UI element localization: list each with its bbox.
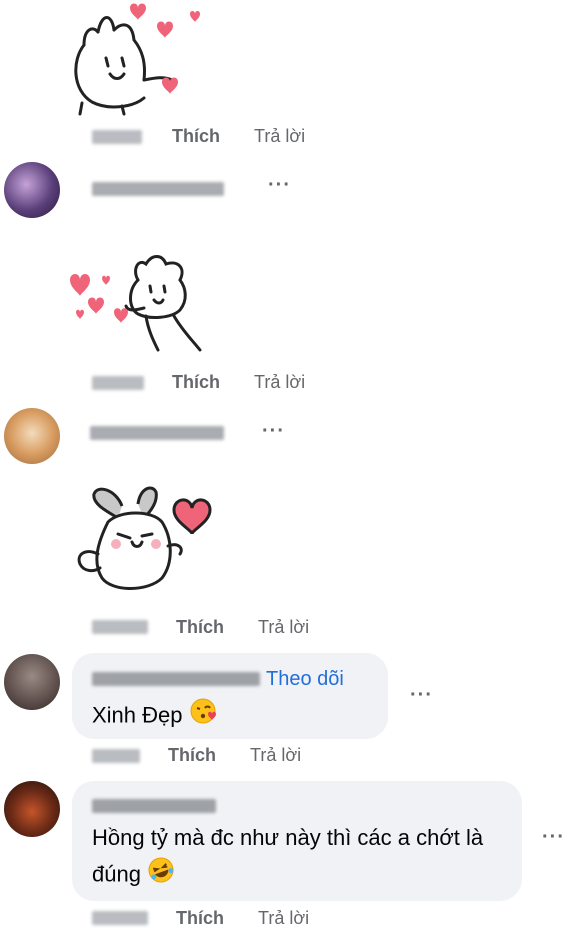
blow-kiss-emoji-icon xyxy=(189,697,217,736)
avatar[interactable] xyxy=(4,408,60,464)
more-options-icon[interactable]: ··· xyxy=(262,420,285,443)
author-name-blurred[interactable] xyxy=(90,426,224,440)
timestamp-blurred xyxy=(92,749,140,763)
laughing-emoji-icon xyxy=(147,856,175,895)
more-options-icon[interactable]: ··· xyxy=(410,684,433,707)
author-name-blurred[interactable] xyxy=(92,672,260,686)
reply-button[interactable]: Trả lời xyxy=(258,908,309,929)
more-options-icon[interactable]: ··· xyxy=(268,174,291,197)
timestamp-blurred xyxy=(92,911,148,925)
reply-button[interactable]: Trả lời xyxy=(254,126,305,147)
comment-text: Xinh Đẹp xyxy=(92,697,217,736)
like-button[interactable]: Thích xyxy=(168,745,216,766)
reply-button[interactable]: Trả lời xyxy=(254,372,305,393)
like-button[interactable]: Thích xyxy=(172,372,220,393)
like-button[interactable]: Thích xyxy=(172,126,220,147)
avatar[interactable] xyxy=(4,781,60,837)
author-name-blurred[interactable] xyxy=(92,799,216,813)
like-button[interactable]: Thích xyxy=(176,908,224,929)
sticker-bunny-dance-icon xyxy=(70,255,202,352)
more-options-icon[interactable]: ··· xyxy=(542,826,565,849)
sticker-bunny-heart-icon xyxy=(77,486,212,590)
timestamp-blurred xyxy=(92,620,148,634)
reply-button[interactable]: Trả lời xyxy=(250,745,301,766)
avatar[interactable] xyxy=(4,654,60,710)
author-name-blurred[interactable] xyxy=(92,182,224,196)
timestamp-blurred xyxy=(92,376,144,390)
follow-link[interactable]: Theo dõi xyxy=(266,668,344,691)
like-button[interactable]: Thích xyxy=(176,617,224,638)
timestamp-blurred xyxy=(92,130,142,144)
comment-text: Hồng tỷ mà đc như này thì các a chớt là … xyxy=(92,820,502,895)
avatar[interactable] xyxy=(4,162,60,218)
sticker-bunny-hearts-icon xyxy=(74,3,200,116)
reply-button[interactable]: Trả lời xyxy=(258,617,309,638)
